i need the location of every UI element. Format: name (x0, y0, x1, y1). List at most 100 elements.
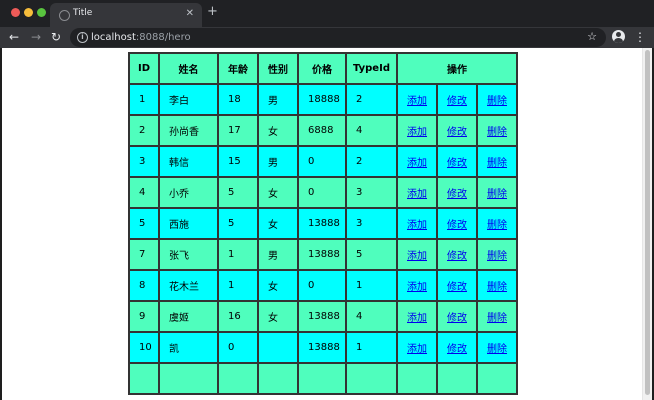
add-link[interactable]: 添加 (407, 127, 427, 138)
cell-delete: 删除 (477, 146, 517, 177)
cell-typeid: 4 (346, 115, 397, 146)
delete-link[interactable]: 删除 (487, 220, 507, 231)
url-text[interactable]: localhost:8088/hero (91, 31, 191, 44)
cell-delete: 删除 (477, 208, 517, 239)
cell-age: 15 (218, 146, 258, 177)
cell-age (218, 363, 258, 394)
cell-price: 0 (298, 270, 346, 301)
edit-link[interactable]: 修改 (447, 282, 467, 293)
edit-link[interactable]: 修改 (447, 96, 467, 107)
cell-gender: 女 (258, 301, 298, 332)
browser-menu-icon[interactable]: ⋮ (634, 30, 646, 44)
cell-gender: 男 (258, 84, 298, 115)
edit-link[interactable]: 修改 (447, 189, 467, 200)
cell-add: 添加 (397, 301, 437, 332)
delete-link[interactable]: 删除 (487, 158, 507, 169)
profile-avatar-icon[interactable] (612, 30, 625, 43)
edit-link[interactable]: 修改 (447, 158, 467, 169)
cell-delete: 删除 (477, 270, 517, 301)
cell-price: 13888 (298, 332, 346, 363)
cell-price: 6888 (298, 115, 346, 146)
reload-icon[interactable]: ↻ (51, 29, 61, 45)
cell-id: 9 (129, 301, 159, 332)
delete-link[interactable]: 删除 (487, 96, 507, 107)
cell-add: 添加 (397, 115, 437, 146)
cell-add: 添加 (397, 239, 437, 270)
cell-price: 18888 (298, 84, 346, 115)
cell-delete: 删除 (477, 177, 517, 208)
tab-close-icon[interactable]: ✕ (186, 8, 194, 20)
add-link[interactable]: 添加 (407, 158, 427, 169)
minimize-window-button[interactable] (24, 8, 33, 17)
edit-link[interactable]: 修改 (447, 251, 467, 262)
cell-gender (258, 363, 298, 394)
info-icon[interactable]: i (77, 32, 88, 43)
delete-link[interactable]: 删除 (487, 344, 507, 355)
add-link[interactable]: 添加 (407, 282, 427, 293)
cell-typeid (346, 363, 397, 394)
cell-edit: 修改 (437, 301, 477, 332)
cell-edit: 修改 (437, 332, 477, 363)
new-tab-button[interactable]: + (207, 5, 218, 19)
edit-link[interactable]: 修改 (447, 344, 467, 355)
tab-title: Title (73, 8, 93, 18)
delete-link[interactable]: 删除 (487, 313, 507, 324)
cell-edit: 修改 (437, 115, 477, 146)
cell-typeid: 1 (346, 332, 397, 363)
cell-age: 0 (218, 332, 258, 363)
cell-age: 5 (218, 177, 258, 208)
cell-gender: 女 (258, 177, 298, 208)
cell-gender: 女 (258, 115, 298, 146)
cell-typeid: 2 (346, 146, 397, 177)
table-row: 7 张飞 1 男 13888 5 添加 修改 删除 (129, 239, 517, 270)
add-link[interactable]: 添加 (407, 251, 427, 262)
vertical-scrollbar[interactable] (642, 48, 652, 400)
cell-add: 添加 (397, 177, 437, 208)
cell-add (397, 363, 437, 394)
cell-age: 5 (218, 208, 258, 239)
add-link[interactable]: 添加 (407, 344, 427, 355)
cell-gender (258, 332, 298, 363)
edit-link[interactable]: 修改 (447, 220, 467, 231)
forward-arrow-icon[interactable]: → (31, 29, 41, 45)
maximize-window-button[interactable] (37, 8, 46, 17)
cell-edit: 修改 (437, 239, 477, 270)
add-link[interactable]: 添加 (407, 313, 427, 324)
cell-price: 13888 (298, 208, 346, 239)
tab-bar: Title ✕ + (0, 0, 654, 27)
edit-link[interactable]: 修改 (447, 127, 467, 138)
cell-gender: 男 (258, 146, 298, 177)
browser-tab[interactable]: Title ✕ (50, 3, 202, 27)
cell-price: 13888 (298, 239, 346, 270)
bookmark-star-icon[interactable]: ☆ (587, 30, 597, 44)
cell-name (159, 363, 218, 394)
cell-add: 添加 (397, 332, 437, 363)
cell-name: 虞姬 (159, 301, 218, 332)
edit-link[interactable]: 修改 (447, 313, 467, 324)
globe-icon (59, 10, 70, 21)
delete-link[interactable]: 删除 (487, 189, 507, 200)
scrollbar-thumb[interactable] (645, 50, 650, 395)
cell-price: 13888 (298, 301, 346, 332)
cell-gender: 男 (258, 239, 298, 270)
cell-id: 1 (129, 84, 159, 115)
cell-delete: 删除 (477, 84, 517, 115)
delete-link[interactable]: 删除 (487, 251, 507, 262)
cell-delete: 删除 (477, 301, 517, 332)
cell-price: 0 (298, 146, 346, 177)
cell-delete: 删除 (477, 332, 517, 363)
address-bar[interactable]: i localhost:8088/hero ☆ (70, 28, 606, 47)
cell-name: 李白 (159, 84, 218, 115)
back-arrow-icon[interactable]: ← (9, 29, 19, 45)
cell-add: 添加 (397, 208, 437, 239)
add-link[interactable]: 添加 (407, 96, 427, 107)
header-typeid: TypeId (346, 53, 397, 84)
page-viewport: ID 姓名 年龄 性别 价格 TypeId 操作 1 李白 18 男 18888 2 添加修… (2, 48, 652, 400)
header-operations: 操作 (397, 53, 517, 84)
close-window-button[interactable] (11, 8, 20, 17)
delete-link[interactable]: 删除 (487, 282, 507, 293)
add-link[interactable]: 添加 (407, 189, 427, 200)
cell-gender: 女 (258, 270, 298, 301)
add-link[interactable]: 添加 (407, 220, 427, 231)
delete-link[interactable]: 删除 (487, 127, 507, 138)
